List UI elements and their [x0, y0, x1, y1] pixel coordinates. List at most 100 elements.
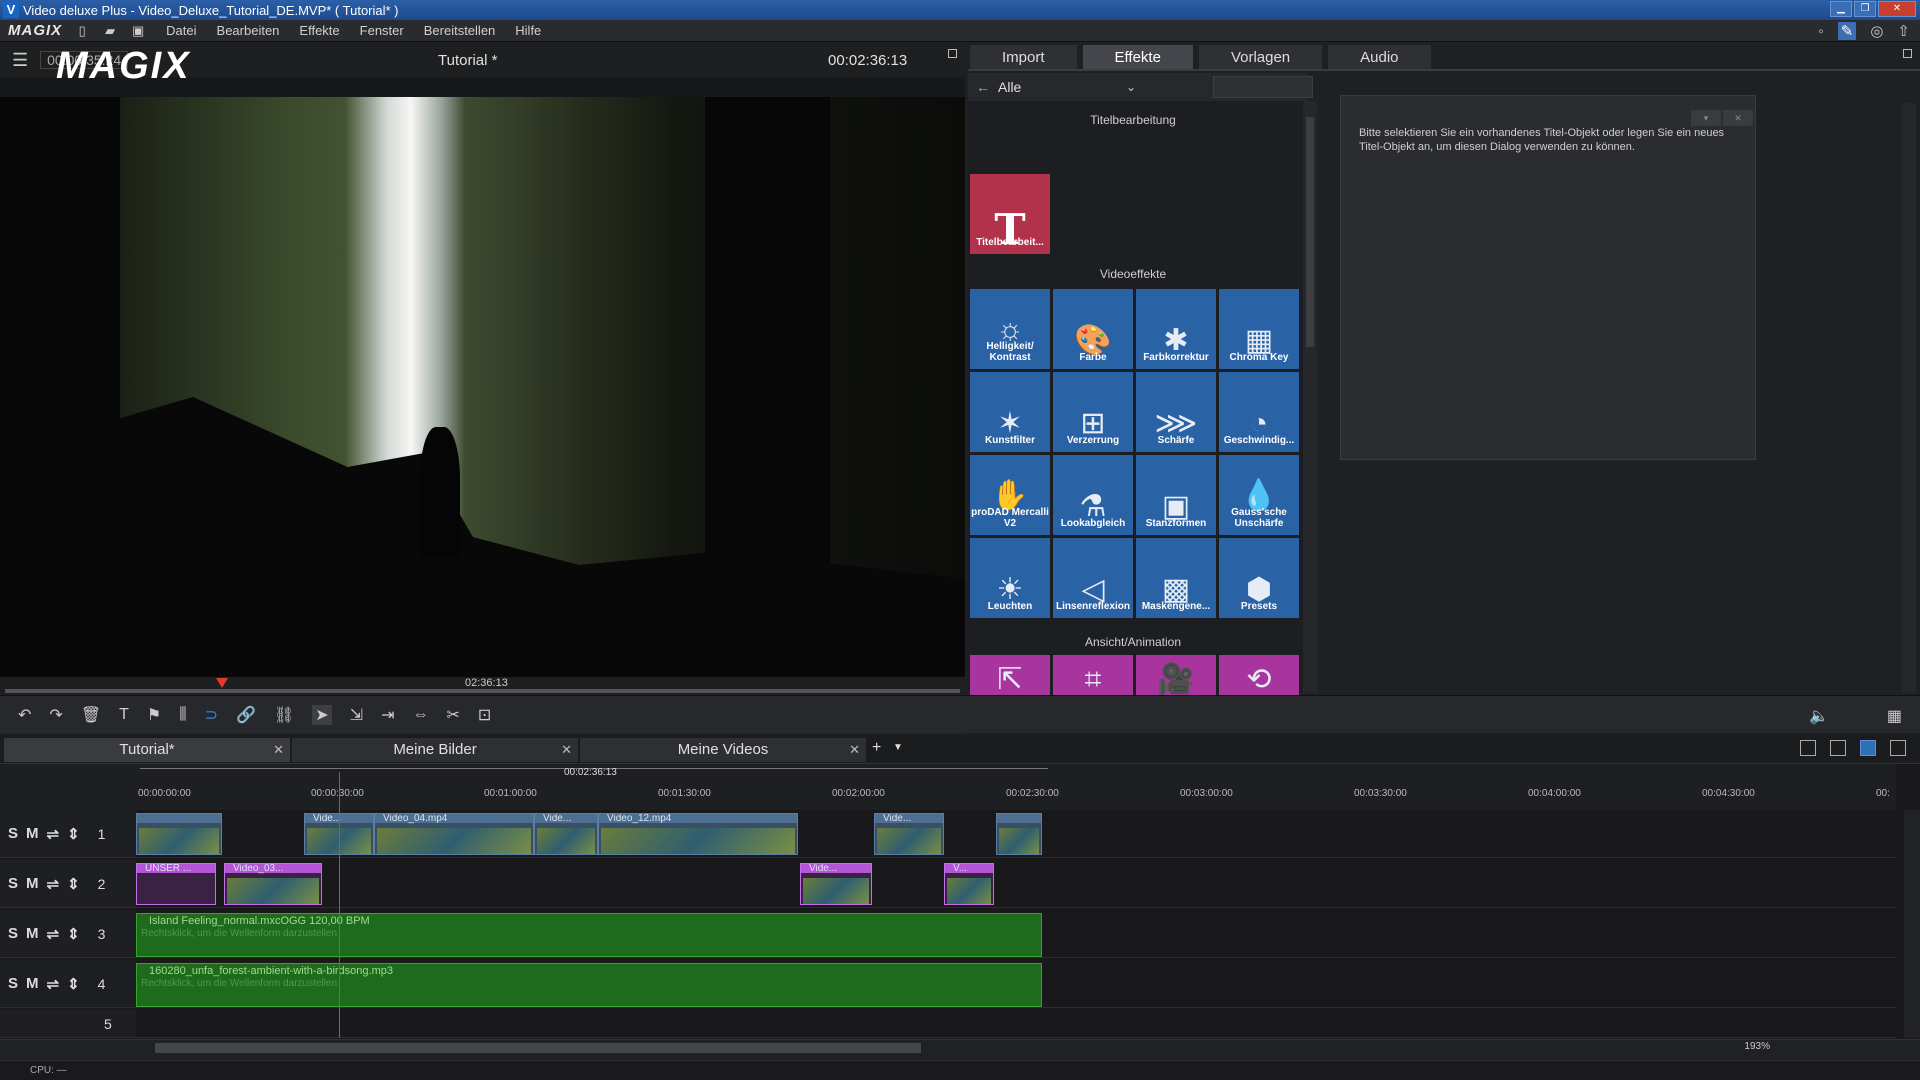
speaker-icon[interactable]: 🔈 — [1809, 706, 1829, 726]
solo-button[interactable]: S — [8, 925, 18, 942]
tile-kunstfilter[interactable]: ✶ Kunstfilter — [970, 372, 1050, 452]
video-clip[interactable] — [996, 813, 1042, 855]
time-ruler[interactable]: 00:02:36:13 00:00:00:00 00:00:30:00 00:0… — [136, 764, 1896, 810]
tab-import[interactable]: Import — [970, 45, 1077, 69]
lane-3[interactable]: Island Feeling_normal.mxcOGG 120,00 BPM … — [136, 910, 1896, 958]
loop-icon[interactable]: ⊃ — [205, 705, 218, 725]
tile-lookabgleich[interactable]: ⚗ Lookabgleich — [1053, 455, 1133, 535]
view-multicam-icon[interactable] — [1890, 740, 1906, 756]
tab-meine-videos[interactable]: Meine Videos ✕ — [580, 738, 866, 762]
text-icon[interactable]: T — [119, 706, 129, 724]
audio-clip[interactable]: 160280_unfa_forest-ambient-with-a-birdso… — [136, 963, 1042, 1007]
track-height-icon[interactable]: ⇕ — [67, 975, 80, 993]
maximize-icon[interactable] — [948, 49, 957, 58]
tab-meine-bilder[interactable]: Meine Bilder ✕ — [292, 738, 578, 762]
video-clip[interactable]: Vide... — [534, 813, 598, 855]
solo-button[interactable]: S — [8, 975, 18, 992]
settings-icon[interactable]: ◎ — [1870, 22, 1883, 40]
tab-audio[interactable]: Audio — [1328, 45, 1431, 69]
tile-stanzformen[interactable]: ▣ Stanzformen — [1136, 455, 1216, 535]
tile-helligkeit[interactable]: ☼ Helligkeit/ Kontrast — [970, 289, 1050, 369]
tile-linsenreflexion[interactable]: ◁ Linsenreflexion — [1053, 538, 1133, 618]
solo-button[interactable]: S — [8, 875, 18, 892]
view-storyboard-icon[interactable] — [1800, 740, 1816, 756]
video-clip[interactable]: Video_04.mp4 — [374, 813, 534, 855]
category-dropdown[interactable]: Alle — [998, 79, 1118, 95]
marker-flag-icon[interactable]: ⚑ — [147, 705, 161, 725]
mute-button[interactable]: M — [26, 975, 39, 992]
video-clip[interactable]: V... — [944, 863, 994, 905]
tab-effekte[interactable]: Effekte — [1082, 45, 1193, 69]
close-button[interactable]: ✕ — [1878, 1, 1916, 17]
ripple-icon[interactable]: ⇔ — [412, 706, 428, 724]
open-folder-icon[interactable]: ▰ — [102, 23, 118, 39]
tab-tutorial[interactable]: Tutorial* ✕ — [4, 738, 290, 762]
tile-chroma-key[interactable]: ▦ Chroma Key — [1219, 289, 1299, 369]
title-clip[interactable]: UNSER ... — [136, 863, 216, 905]
scrub-track[interactable] — [5, 689, 960, 693]
range-select-icon[interactable]: ⇲ — [350, 705, 363, 725]
effects-search-input[interactable] — [1213, 76, 1313, 98]
track-mode-icon[interactable]: ⇌ — [47, 825, 60, 843]
video-clip[interactable]: Vide... — [874, 813, 944, 855]
dialog-dropdown-icon[interactable]: ▾ — [1691, 110, 1721, 126]
menu-datei[interactable]: Datei — [166, 23, 196, 38]
track-height-icon[interactable]: ⇕ — [67, 925, 80, 943]
tile-maskengenerator[interactable]: ▩ Maskengene... — [1136, 538, 1216, 618]
hscroll-thumb[interactable] — [155, 1043, 921, 1053]
video-clip[interactable] — [136, 813, 222, 855]
tile-presets[interactable]: ⬢ Presets — [1219, 538, 1299, 618]
close-tab-icon[interactable]: ✕ — [561, 738, 572, 762]
panel-maximize-icon[interactable] — [1903, 49, 1912, 58]
unlink-icon[interactable]: ⛓ — [274, 705, 294, 725]
tile-leuchten[interactable]: ☀ Leuchten — [970, 538, 1050, 618]
playhead-marker[interactable] — [216, 678, 228, 688]
timeline-vscroll[interactable] — [1904, 810, 1920, 1038]
split-icon[interactable]: ⫼ — [179, 706, 186, 724]
tile-schaerfe[interactable]: ⋙ Schärfe — [1136, 372, 1216, 452]
close-tab-icon[interactable]: ✕ — [849, 738, 860, 762]
menu-bearbeiten[interactable]: Bearbeiten — [217, 23, 280, 38]
chevron-down-icon[interactable]: ⌄ — [1126, 80, 1136, 94]
track-height-icon[interactable]: ⇕ — [67, 875, 80, 893]
view-scene-icon[interactable] — [1830, 740, 1846, 756]
pointer-icon[interactable]: ➤ — [312, 704, 332, 725]
tile-farbe[interactable]: 🎨 Farbe — [1053, 289, 1133, 369]
track-mode-icon[interactable]: ⇌ — [47, 925, 60, 943]
playhead-line[interactable] — [339, 772, 340, 1038]
cut-icon[interactable]: ✂ — [446, 705, 459, 725]
stretch-icon[interactable]: ⇥ — [381, 705, 394, 725]
menu-effekte[interactable]: Effekte — [299, 23, 339, 38]
audio-clip[interactable]: Island Feeling_normal.mxcOGG 120,00 BPM … — [136, 913, 1042, 957]
new-file-icon[interactable]: ▯ — [74, 23, 90, 39]
effects-scrollbar[interactable] — [1303, 101, 1317, 693]
close-tab-icon[interactable]: ✕ — [273, 738, 284, 762]
mute-button[interactable]: M — [26, 925, 39, 942]
menu-hilfe[interactable]: Hilfe — [515, 23, 541, 38]
panel-scrollbar[interactable] — [1902, 103, 1916, 693]
track-mode-icon[interactable]: ⇌ — [47, 975, 60, 993]
track-mode-icon[interactable]: ⇌ — [47, 875, 60, 893]
restore-button[interactable]: ❐ — [1854, 1, 1876, 17]
tile-gauss-unschaerfe[interactable]: 💧 Gauss'sche Unschärfe — [1219, 455, 1299, 535]
lane-5[interactable] — [136, 1010, 1896, 1038]
mute-button[interactable]: M — [26, 875, 39, 892]
tab-vorlagen[interactable]: Vorlagen — [1198, 45, 1323, 69]
undo-icon[interactable]: ↶ — [18, 705, 31, 725]
tab-dropdown-icon[interactable]: ▼ — [893, 742, 903, 753]
video-clip[interactable]: Video_12.mp4 — [598, 813, 798, 855]
video-clip[interactable]: Vide... — [800, 863, 872, 905]
redo-icon[interactable]: ↷ — [49, 705, 62, 725]
effects-scroll-thumb[interactable] — [1306, 117, 1314, 347]
lane-1[interactable]: Vide... Video_04.mp4 Vide... Video_12.mp… — [136, 810, 1896, 858]
mute-button[interactable]: M — [26, 825, 39, 842]
save-icon[interactable]: ▣ — [130, 23, 146, 39]
solo-button[interactable]: S — [8, 825, 18, 842]
view-timeline-icon[interactable] — [1860, 740, 1876, 756]
track-height-icon[interactable]: ⇕ — [67, 825, 80, 843]
zoom-level[interactable]: 193% — [1744, 1041, 1770, 1052]
back-arrow-icon[interactable]: ← — [976, 79, 990, 95]
video-clip[interactable]: Video_03... — [224, 863, 322, 905]
tile-verzerrung[interactable]: ⊞ Verzerrung — [1053, 372, 1133, 452]
timeline-hscroll[interactable]: 193% — [0, 1039, 1920, 1055]
